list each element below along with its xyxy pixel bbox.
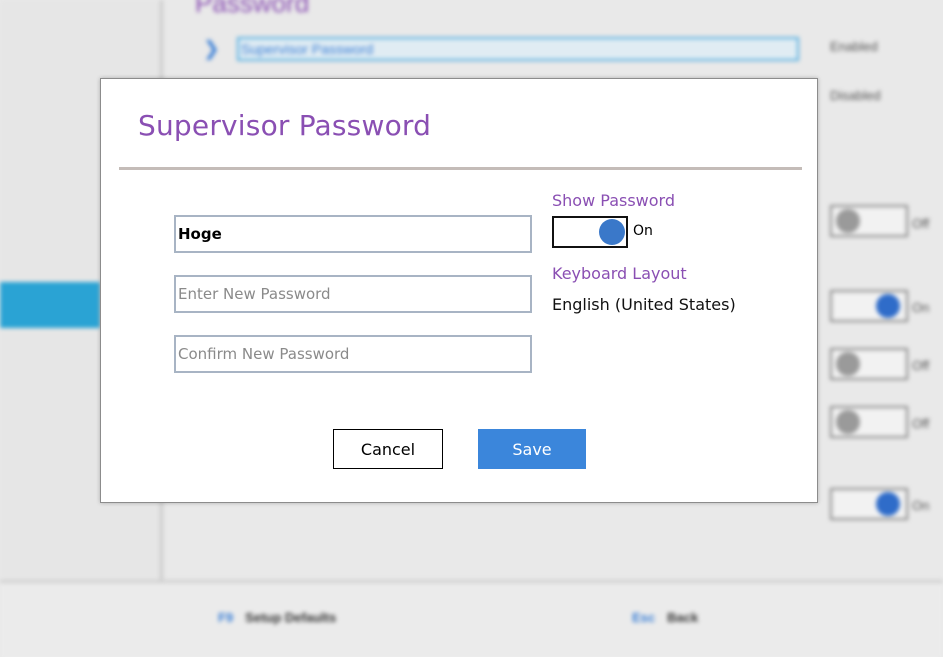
toggle-knob (876, 492, 900, 516)
new-password-field[interactable] (174, 275, 532, 313)
section-title: Password (195, 0, 310, 18)
footer-back[interactable]: Esc Back (632, 610, 698, 625)
footer-key-label: Setup Defaults (245, 610, 337, 625)
footer-key-label: Back (667, 610, 699, 625)
title-divider (119, 167, 802, 170)
supervisor-password-item[interactable]: Supervisor Password (237, 37, 799, 61)
toggle-knob (876, 294, 900, 318)
save-button[interactable]: Save (478, 429, 586, 469)
show-password-label: Show Password (552, 191, 675, 210)
bios-setup-screen: Password ❯ Supervisor Password Enabled D… (0, 0, 943, 657)
setting-toggle[interactable] (830, 488, 908, 520)
current-password-field[interactable] (174, 215, 532, 253)
footer-key: F9 (218, 610, 234, 625)
toggle-state-label: On (912, 300, 930, 315)
toggle-knob (836, 410, 860, 434)
confirm-password-field[interactable] (174, 335, 532, 373)
toggle-state-label: Off (912, 358, 930, 373)
toggle-state-label: Off (912, 216, 930, 231)
left-nav-selected-item[interactable] (0, 282, 100, 328)
toggle-state-label: Off (912, 416, 930, 431)
cancel-button[interactable]: Cancel (333, 429, 443, 469)
setting-toggle[interactable] (830, 205, 908, 237)
chevron-right-icon: ❯ (203, 36, 220, 60)
supervisor-status: Enabled (830, 39, 878, 54)
setting-toggle[interactable] (830, 290, 908, 322)
setting-toggle[interactable] (830, 348, 908, 380)
footer-key: Esc (632, 610, 656, 625)
dialog-title: Supervisor Password (138, 109, 432, 142)
toggle-state-label: On (912, 498, 930, 513)
show-password-state: On (633, 223, 653, 239)
setting-toggle[interactable] (830, 406, 908, 438)
supervisor-password-dialog: Supervisor Password Show Password On Key… (100, 78, 818, 503)
footer-bar (0, 580, 943, 657)
user-password-status: Disabled (830, 88, 881, 103)
footer-setup-defaults[interactable]: F9 Setup Defaults (218, 610, 336, 625)
toggle-knob (599, 219, 625, 245)
keyboard-layout-label: Keyboard Layout (552, 264, 687, 283)
toggle-knob (836, 352, 860, 376)
toggle-knob (836, 209, 860, 233)
keyboard-layout-value[interactable]: English (United States) (552, 295, 736, 314)
show-password-toggle[interactable] (552, 216, 628, 248)
